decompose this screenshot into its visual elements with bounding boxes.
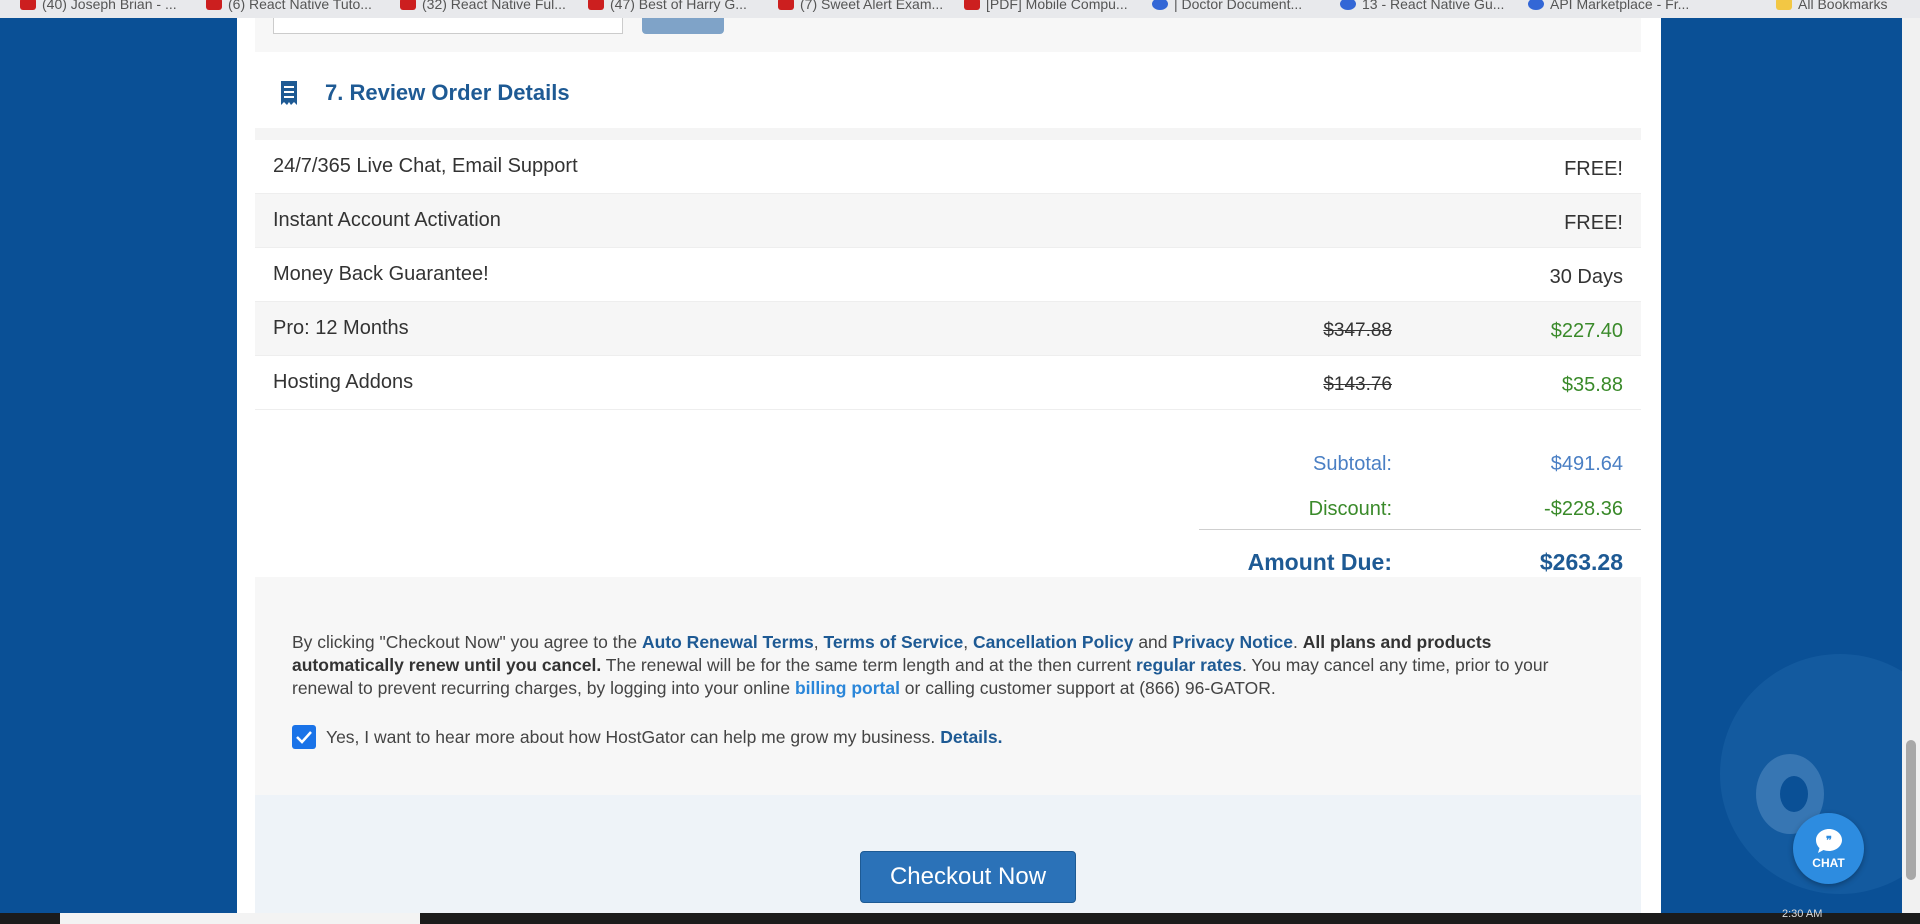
row-value: $35.88: [1561, 374, 1623, 396]
taskbar-search[interactable]: [60, 913, 420, 924]
svg-text:❞: ❞: [1826, 835, 1832, 847]
optin-details-link[interactable]: Details.: [940, 727, 1002, 748]
bookmark-item[interactable]: (47) Best of Harry G...: [588, 0, 747, 14]
bookmark-item[interactable]: (40) Joseph Brian - ...: [20, 0, 177, 14]
checkmark-icon: [296, 731, 312, 744]
marketing-optin: Yes, I want to hear more about how HostG…: [292, 725, 1003, 749]
discount-label: Discount:: [1308, 498, 1392, 520]
row-label: Money Back Guarantee!: [273, 263, 489, 285]
all-bookmarks[interactable]: All Bookmarks: [1776, 0, 1887, 14]
auto-renewal-terms-link[interactable]: Auto Renewal Terms: [642, 632, 814, 652]
checkout-now-button[interactable]: Checkout Now: [860, 851, 1076, 903]
bookmark-item[interactable]: | Doctor Document...: [1152, 0, 1302, 14]
original-price: $143.76: [1323, 374, 1392, 395]
row-value: FREE!: [1564, 212, 1623, 234]
page-scrollbar[interactable]: [1902, 18, 1920, 913]
order-row: Hosting Addons $143.76 $35.88: [255, 356, 1641, 410]
cancellation-policy-link[interactable]: Cancellation Policy: [973, 632, 1133, 652]
chat-label: CHAT: [1812, 855, 1845, 870]
pdf-icon: [964, 0, 980, 10]
coupon-apply-button[interactable]: [642, 18, 724, 34]
terms-section: By clicking "Checkout Now" you agree to …: [255, 577, 1641, 795]
chat-bubble-icon: ❞: [1815, 828, 1842, 853]
row-value: FREE!: [1564, 158, 1623, 180]
terms-of-service-link[interactable]: Terms of Service: [824, 632, 964, 652]
receipt-icon: [281, 81, 297, 105]
gator-watermark-icon: [1720, 654, 1920, 894]
youtube-icon: [400, 0, 416, 10]
regular-rates-link[interactable]: regular rates: [1136, 655, 1242, 675]
bookmark-item[interactable]: (32) React Native Ful...: [400, 0, 566, 14]
terms-text: By clicking "Checkout Now" you agree to …: [292, 632, 1549, 698]
order-row: Instant Account Activation FREE!: [255, 194, 1641, 248]
checkout-page: 7. Review Order Details 24/7/365 Live Ch…: [237, 18, 1661, 913]
doc-icon: [1152, 0, 1168, 10]
chat-button[interactable]: ❞ CHAT: [1793, 813, 1864, 884]
row-value: $227.40: [1550, 320, 1623, 342]
folder-icon: [1776, 0, 1792, 10]
bookmarks-bar: (40) Joseph Brian - ... (6) React Native…: [0, 0, 1920, 18]
clock: 2:30 AM: [1782, 908, 1823, 920]
checkout-area: Checkout Now: [255, 795, 1641, 913]
bookmark-item[interactable]: API Marketplace - Fr...: [1528, 0, 1689, 14]
bookmark-item[interactable]: 13 - React Native Gu...: [1340, 0, 1504, 14]
youtube-icon: [206, 0, 222, 10]
bookmark-item[interactable]: (7) Sweet Alert Exam...: [778, 0, 943, 14]
subtotal-value: $491.64: [1550, 453, 1623, 475]
os-taskbar: 2:30 AM: [0, 908, 1920, 924]
row-label: Instant Account Activation: [273, 209, 501, 231]
subtotal-label: Subtotal:: [1313, 453, 1392, 475]
site-icon: [1340, 0, 1356, 10]
discount-value: -$228.36: [1544, 498, 1623, 520]
coupon-input[interactable]: [273, 18, 623, 34]
privacy-notice-link[interactable]: Privacy Notice: [1172, 632, 1293, 652]
row-label: Pro: 12 Months: [273, 317, 409, 339]
order-row: Money Back Guarantee! 30 Days: [255, 248, 1641, 302]
bookmark-item[interactable]: (6) React Native Tuto...: [206, 0, 372, 14]
amount-due-label: Amount Due:: [1247, 549, 1392, 575]
youtube-icon: [778, 0, 794, 10]
api-icon: [1528, 0, 1544, 10]
original-price: $347.88: [1323, 320, 1392, 341]
order-items: 24/7/365 Live Chat, Email Support FREE! …: [255, 140, 1641, 410]
review-order-header: 7. Review Order Details: [255, 63, 1641, 123]
row-value: 30 Days: [1549, 266, 1623, 288]
bookmark-item[interactable]: [PDF] Mobile Compu...: [964, 0, 1128, 14]
youtube-icon: [20, 0, 36, 10]
divider: [255, 128, 1641, 140]
optin-text: Yes, I want to hear more about how HostG…: [326, 726, 936, 747]
row-label: Hosting Addons: [273, 371, 414, 393]
totals-divider: [1199, 529, 1641, 530]
previous-section: [255, 18, 1641, 52]
row-label: 24/7/365 Live Chat, Email Support: [273, 155, 578, 177]
billing-portal-link[interactable]: billing portal: [795, 678, 900, 698]
amount-due-value: $263.28: [1539, 549, 1623, 575]
optin-checkbox[interactable]: [292, 725, 316, 749]
section-title: 7. Review Order Details: [325, 80, 570, 105]
order-totals: Subtotal: $491.64 Discount: -$228.36 Amo…: [255, 411, 1641, 583]
order-row: Pro: 12 Months $347.88 $227.40: [255, 302, 1641, 356]
youtube-icon: [588, 0, 604, 10]
order-row: 24/7/365 Live Chat, Email Support FREE!: [255, 140, 1641, 194]
scrollbar-thumb[interactable]: [1906, 740, 1916, 880]
